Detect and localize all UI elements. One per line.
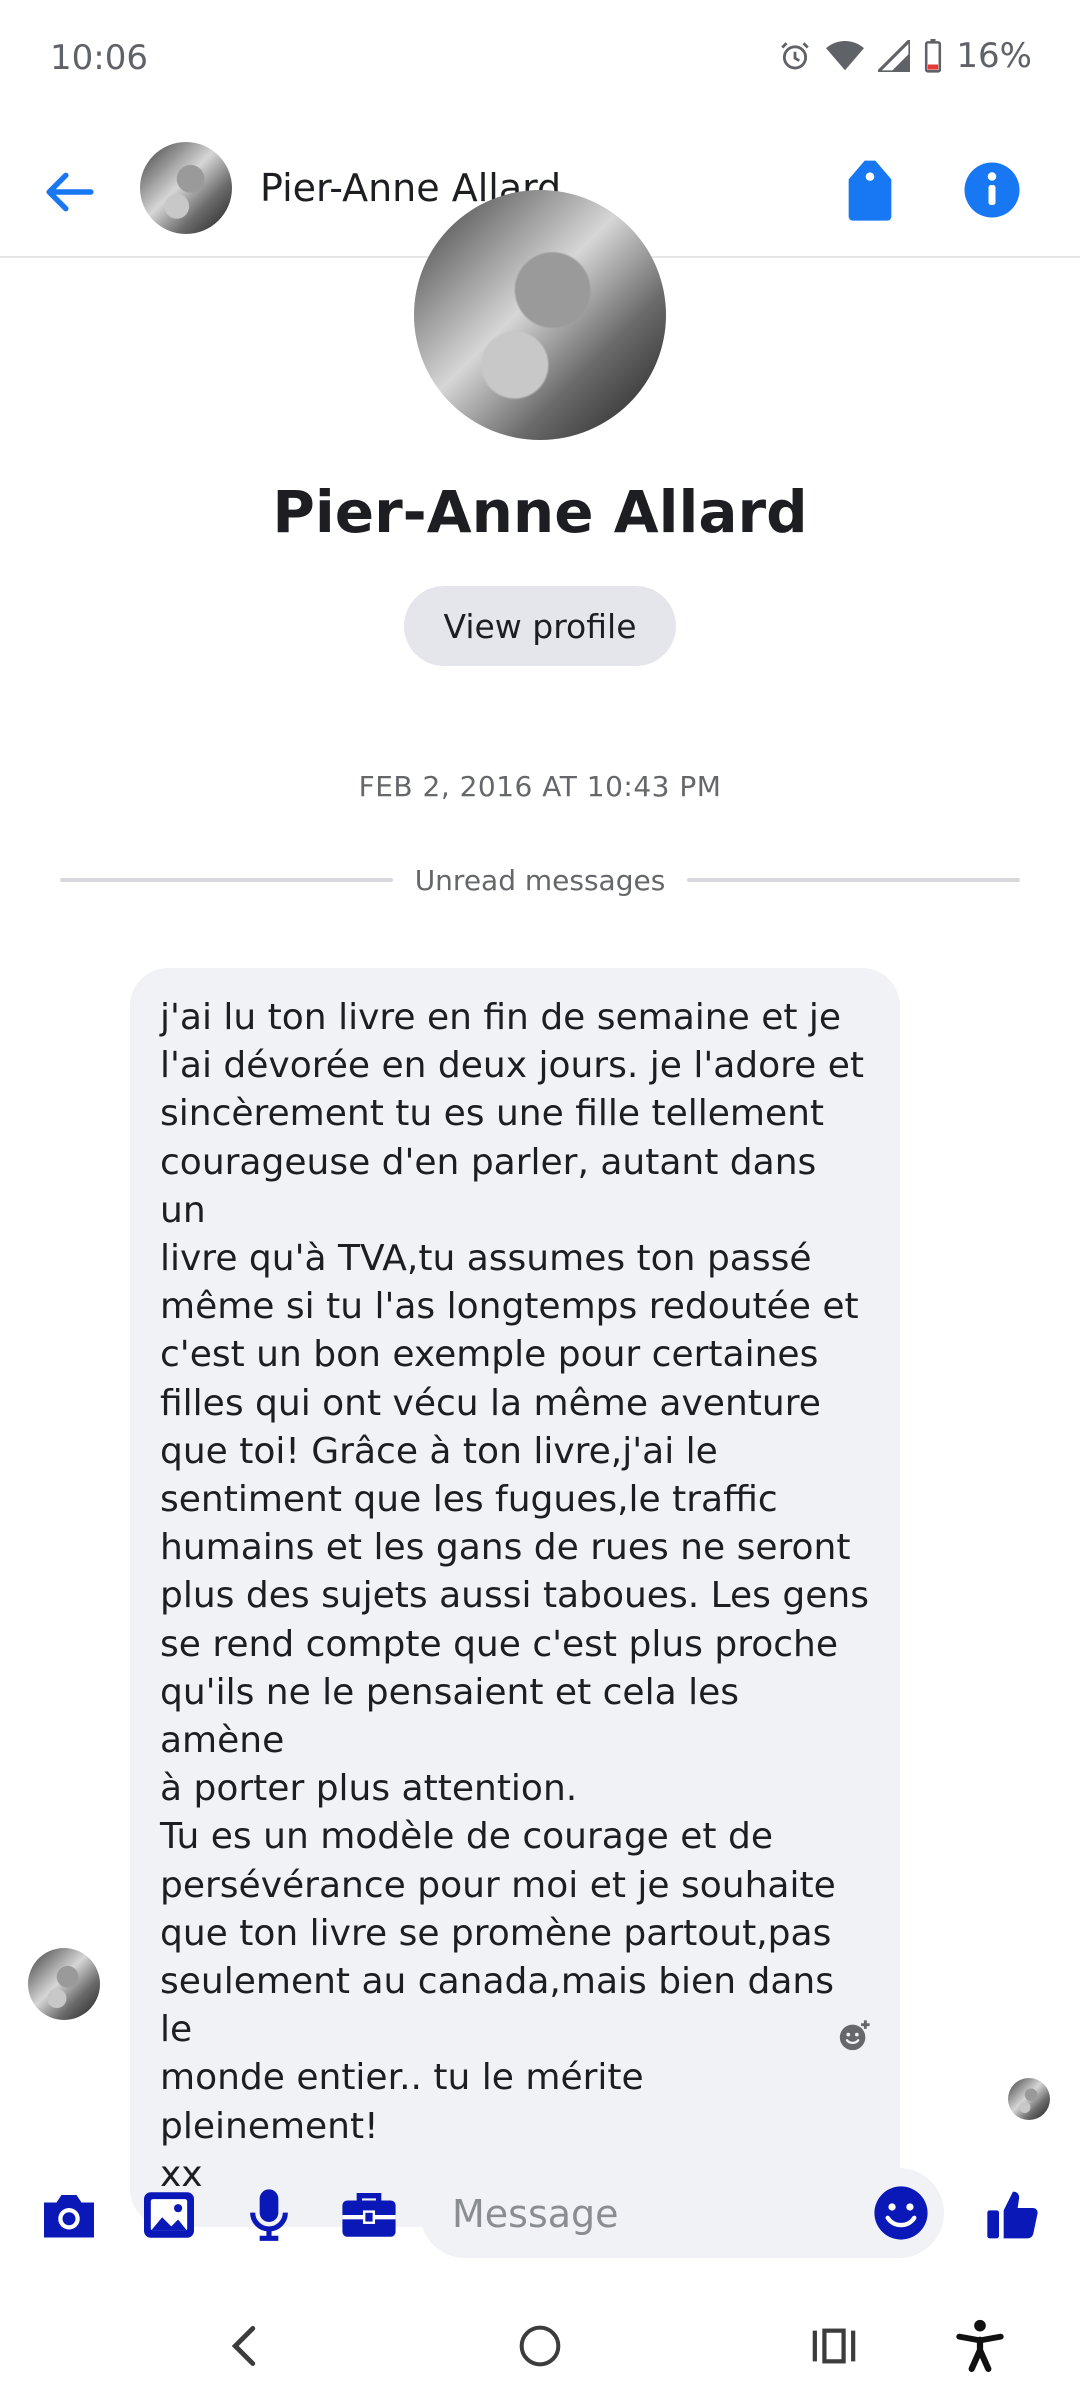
profile-avatar[interactable] bbox=[414, 190, 666, 440]
add-reaction-icon bbox=[837, 2019, 871, 2057]
back-arrow-icon[interactable] bbox=[40, 162, 100, 222]
home-icon[interactable] bbox=[508, 2314, 572, 2378]
battery-icon bbox=[924, 39, 942, 73]
alarm-icon bbox=[778, 39, 812, 73]
message-composer bbox=[0, 2150, 1080, 2280]
wifi-icon bbox=[826, 39, 865, 73]
unread-divider: Unread messages bbox=[60, 860, 1020, 900]
battery-percent: 16% bbox=[956, 36, 1032, 76]
recents-icon[interactable] bbox=[802, 2314, 866, 2378]
tag-icon[interactable] bbox=[842, 158, 898, 222]
sender-avatar[interactable] bbox=[28, 1948, 100, 2020]
signal-icon bbox=[878, 40, 911, 72]
nav-back-icon[interactable] bbox=[212, 2314, 276, 2378]
divider-line bbox=[60, 878, 393, 882]
avatar[interactable] bbox=[140, 142, 232, 234]
view-profile-button[interactable]: View profile bbox=[404, 586, 676, 666]
status-icons: 16% bbox=[778, 36, 1032, 76]
message-bubble[interactable]: j'ai lu ton livre en fin de semaine et j… bbox=[130, 968, 900, 2228]
message-timestamp: FEB 2, 2016 AT 10:43 PM bbox=[358, 770, 722, 803]
camera-icon[interactable] bbox=[36, 2182, 102, 2248]
system-nav-bar bbox=[0, 2290, 1080, 2400]
divider-line bbox=[687, 878, 1020, 882]
read-receipt-avatar bbox=[1008, 2078, 1050, 2120]
unread-label: Unread messages bbox=[414, 863, 666, 897]
microphone-icon[interactable] bbox=[236, 2182, 302, 2248]
accessibility-icon[interactable] bbox=[948, 2314, 1012, 2378]
profile-name: Pier-Anne Allard bbox=[272, 478, 808, 546]
info-icon[interactable] bbox=[962, 160, 1022, 220]
briefcase-icon[interactable] bbox=[336, 2182, 402, 2248]
message-field[interactable] bbox=[420, 2168, 944, 2260]
gallery-icon[interactable] bbox=[136, 2182, 202, 2248]
status-time: 10:06 bbox=[50, 38, 148, 78]
emoji-icon[interactable] bbox=[872, 2184, 930, 2242]
message-input[interactable] bbox=[450, 2168, 854, 2260]
thumbs-up-icon[interactable] bbox=[980, 2182, 1046, 2248]
add-reaction-button[interactable] bbox=[808, 2010, 900, 2066]
